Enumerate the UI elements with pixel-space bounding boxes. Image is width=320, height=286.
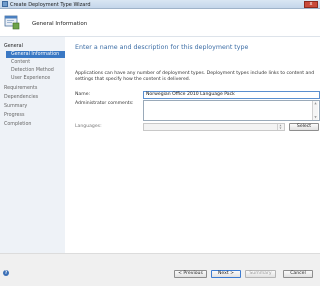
previous-button[interactable]: < Previous [174, 270, 207, 278]
comments-scrollbar[interactable]: ▲ ▼ [312, 101, 318, 120]
administrator-comments-label: Administrator comments: [75, 101, 134, 106]
scroll-down-icon[interactable]: ▼ [313, 115, 318, 120]
page-description: Applications can have any number of depl… [75, 71, 315, 83]
sidebar-item-general-information[interactable]: General Information [6, 51, 65, 58]
languages-label: Languages: [75, 124, 102, 129]
wizard-content: Enter a name and description for this de… [65, 37, 320, 253]
name-label: Name: [75, 92, 91, 97]
name-field[interactable]: Norwegian Office 2010 Language Pack [143, 91, 320, 99]
sidebar-item-progress[interactable]: Progress [4, 112, 24, 119]
languages-scrollbar: ▲ ▼ [277, 124, 283, 130]
sidebar-item-user-experience[interactable]: User Experience [11, 75, 50, 82]
title-bar: Create Deployment Type Wizard x [0, 0, 320, 9]
page-heading: Enter a name and description for this de… [75, 44, 249, 51]
sidebar-item-dependencies[interactable]: Dependencies [4, 94, 38, 101]
summary-button: Summary [245, 270, 276, 278]
languages-field: ▲ ▼ [143, 123, 285, 131]
window-title: Create Deployment Type Wizard [10, 1, 91, 8]
header-title: General Information [32, 21, 88, 27]
scroll-down-icon: ▼ [279, 127, 282, 130]
administrator-comments-field[interactable]: ▲ ▼ [143, 100, 320, 121]
sidebar-item-completion[interactable]: Completion [4, 121, 31, 128]
help-icon[interactable]: ? [3, 270, 9, 276]
sidebar-item-detection-method[interactable]: Detection Method [11, 67, 54, 74]
wizard-footer: ? < Previous Next > Summary Cancel [0, 253, 320, 286]
sidebar-item-requirements[interactable]: Requirements [4, 85, 37, 92]
sidebar-item-summary[interactable]: Summary [4, 103, 27, 110]
deployment-wizard-icon [4, 15, 20, 30]
sidebar-item-content[interactable]: Content [11, 59, 30, 66]
wizard-steps-sidebar: General General Information Content Dete… [0, 37, 65, 253]
sidebar-item-general[interactable]: General [4, 43, 23, 50]
app-icon [2, 1, 8, 7]
cancel-button[interactable]: Cancel [283, 270, 313, 278]
scroll-up-icon[interactable]: ▲ [313, 101, 318, 106]
wizard-header: General Information [0, 9, 320, 37]
close-button[interactable]: x [304, 1, 318, 8]
select-languages-button[interactable]: Select [289, 123, 319, 131]
next-button[interactable]: Next > [211, 270, 241, 278]
